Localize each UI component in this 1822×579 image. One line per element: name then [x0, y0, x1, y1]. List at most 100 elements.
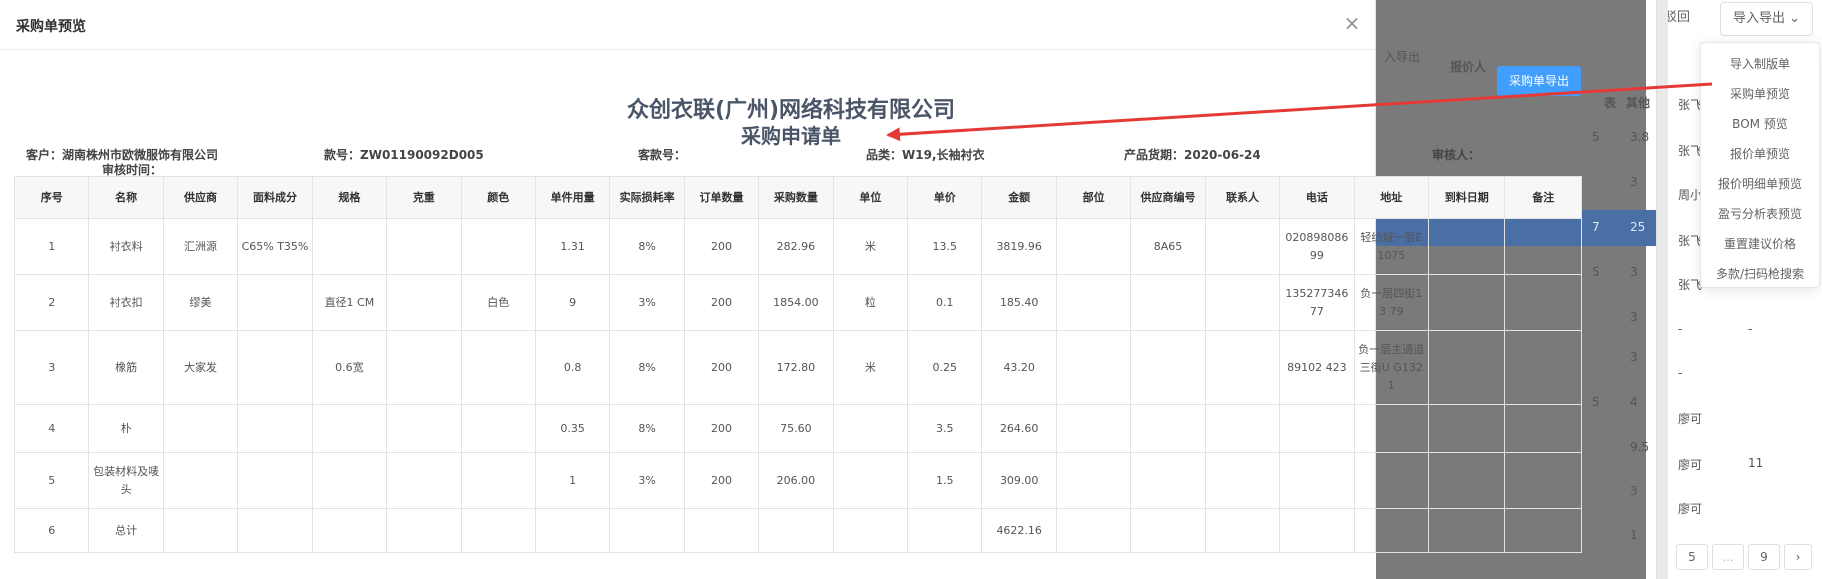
table-cell [311, 218, 388, 275]
table-cell: 1.5 [907, 452, 983, 509]
table-cell [907, 508, 983, 553]
pager-page-5[interactable]: 5 [1676, 544, 1708, 570]
info-delivery: 产品货期：2020-06-24 [1124, 148, 1261, 162]
bg-value-b: 3 [1630, 350, 1638, 364]
dropdown-item-import-pattern[interactable]: 导入制版单 [1701, 49, 1819, 79]
close-icon[interactable]: × [1341, 12, 1363, 34]
bg-name: - [1678, 322, 1683, 336]
table-cell: 粒 [832, 274, 909, 331]
pager-next[interactable]: › [1784, 544, 1812, 570]
bg-value-a: 5 [1592, 265, 1600, 279]
table-cell [237, 330, 313, 405]
table-cell [1504, 508, 1582, 553]
table-cell: 89102 423 [1279, 330, 1355, 405]
table-cell: 0.6宽 [311, 330, 388, 405]
table-cell [1428, 404, 1506, 453]
background-scrollbar[interactable] [1656, 0, 1668, 579]
table-header-cell: 供应商 [162, 176, 239, 219]
dropdown-item-bom-preview[interactable]: BOM 预览 [1701, 109, 1819, 139]
table-header-cell: 地址 [1353, 176, 1430, 219]
table-cell: 200 [683, 218, 760, 275]
table-cell: 8% [609, 404, 685, 453]
table-header-cell: 订单数量 [683, 176, 760, 219]
table-cell: 43.20 [981, 330, 1057, 405]
table-cell: 衬衣扣 [88, 274, 164, 331]
bg-value-b: 3 [1630, 265, 1638, 279]
purchase-table: 序号 名称 供应商 面料成分 规格 克重 颜色 单件用量 实际损耗率 订单数量 采购数量 单位 单价 金额… [13, 176, 1582, 553]
import-export-dropdown: 导入制版单 采购单预览 BOM 预览 报价单预览 报价明细单预览 盈亏分析表预览… [1700, 42, 1820, 288]
table-row: 5 包装材料及唛头 1 3% 200 206.00 1.5 309.00 [13, 452, 1582, 509]
import-export-button[interactable]: 导入导出 ⌄ [1720, 2, 1814, 36]
table-cell [386, 218, 462, 275]
table-cell [1130, 404, 1206, 453]
table-row: 1 衬衣料 汇洲源 C65% T35% 1.31 8% 200 282.96 米 13.5 3819… [13, 218, 1582, 275]
table-header-cell: 备注 [1504, 176, 1582, 219]
table-cell: 4622.16 [981, 508, 1057, 553]
table-cell [1055, 274, 1132, 331]
table-cell: 172.80 [758, 330, 834, 405]
table-cell [1428, 218, 1506, 275]
table-cell [386, 274, 462, 331]
dropdown-item-reset-price[interactable]: 重置建议价格 [1701, 229, 1819, 259]
table-cell [1204, 330, 1281, 405]
bg-name: - [1678, 366, 1683, 380]
table-header-cell: 单件用量 [534, 176, 611, 219]
table-header-cell: 到料日期 [1428, 176, 1506, 219]
dropdown-item-profit-analysis-preview[interactable]: 盈亏分析表预览 [1701, 199, 1819, 229]
table-header-cell: 供应商编号 [1130, 176, 1206, 219]
dropdown-item-purchase-preview[interactable]: 采购单预览 [1701, 79, 1819, 109]
bg-name: 张飞 [1678, 234, 1703, 248]
table-cell: 3819.96 [981, 218, 1057, 275]
table-cell [311, 508, 388, 553]
table-cell: 282.96 [758, 218, 834, 275]
table-cell: 0.25 [907, 330, 983, 405]
table-cell: 200 [683, 404, 760, 453]
table-cell: 8A65 [1130, 218, 1206, 275]
table-cell [162, 452, 239, 509]
table-cell [460, 452, 536, 509]
bg-name-extra: - [1748, 322, 1753, 336]
table-cell: 1 [534, 452, 611, 509]
table-cell: 020898086 99 [1279, 218, 1355, 275]
table-cell [311, 452, 388, 509]
table-cell [237, 404, 313, 453]
table-cell [832, 404, 909, 453]
table-cell [1204, 404, 1281, 453]
bg-faded-col-2: 其他 [1626, 96, 1651, 110]
table-header-cell: 克重 [386, 176, 462, 219]
chevron-down-icon: ⌄ [1789, 11, 1801, 26]
table-cell: 200 [683, 274, 760, 331]
dropdown-item-multi-search[interactable]: 多款/扫码枪搜索 [1701, 259, 1819, 289]
table-row: 3 橡筋 大家发 0.6宽 0.8 8% 200 172.80 米 0.25 43.20 89102 … [13, 330, 1582, 405]
table-cell [1428, 274, 1506, 331]
info-customer-style: 客款号： [638, 148, 687, 162]
bg-name: 周小 [1678, 188, 1703, 202]
table-cell: 汇洲源 [162, 218, 239, 275]
bg-name: 张飞 [1678, 278, 1703, 292]
table-cell: 负一层四街13 79 [1353, 274, 1430, 331]
table-row: 6 总计 4622.16 [13, 508, 1582, 553]
table-cell: 0.1 [907, 274, 983, 331]
table-cell [386, 330, 462, 405]
table-cell: 3.5 [907, 404, 983, 453]
document-title: 采购申请单 [741, 124, 841, 148]
table-cell [758, 508, 834, 553]
bg-faded-header-2: 报价人 [1450, 60, 1487, 74]
table-header-cell: 规格 [311, 176, 388, 219]
table-cell: 200 [683, 452, 760, 509]
dropdown-item-quote-preview[interactable]: 报价单预览 [1701, 139, 1819, 169]
table-header-cell: 金额 [981, 176, 1057, 219]
pager-page-9[interactable]: 9 [1748, 544, 1780, 570]
table-cell [1130, 452, 1206, 509]
table-cell [1204, 508, 1281, 553]
dropdown-item-quote-detail-preview[interactable]: 报价明细单预览 [1701, 169, 1819, 199]
table-header-cell: 颜色 [460, 176, 536, 219]
table-cell [683, 508, 760, 553]
table-cell [1279, 404, 1355, 453]
table-cell [534, 508, 611, 553]
table-header-cell: 采购数量 [758, 176, 834, 219]
table-cell: 200 [683, 330, 760, 405]
table-cell [386, 452, 462, 509]
pager-ellipsis[interactable]: ... [1712, 544, 1744, 570]
table-cell: 0.8 [534, 330, 611, 405]
